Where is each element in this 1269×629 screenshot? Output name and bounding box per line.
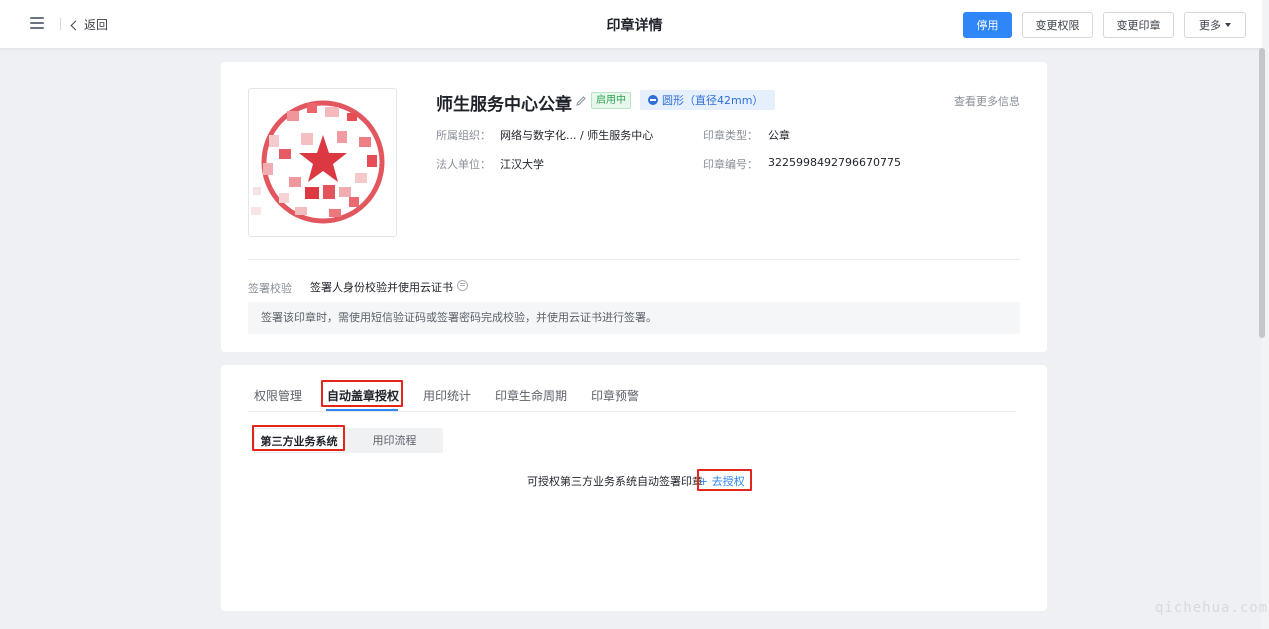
shape-badge: 圆形（直径42mm） xyxy=(640,90,776,110)
shape-label: 圆形（直径42mm） xyxy=(662,94,764,107)
empty-state-text: 可授权第三方业务系统自动签署印章 xyxy=(527,475,703,488)
org-label: 所属组织： xyxy=(436,129,491,142)
tab-warning[interactable]: 印章预警 xyxy=(591,387,639,404)
authorize-link[interactable]: + 去授权 xyxy=(699,473,745,489)
seal-stamp-icon xyxy=(251,100,385,224)
change-permission-button[interactable]: 变更权限 xyxy=(1022,12,1093,38)
code-label: 印章编号： xyxy=(703,158,758,171)
change-seal-button[interactable]: 变更印章 xyxy=(1103,12,1174,38)
info-icon[interactable] xyxy=(457,280,468,291)
status-badge: 启用中 xyxy=(591,92,631,109)
back-button[interactable]: 返回 xyxy=(70,16,109,33)
seal-image xyxy=(248,88,397,237)
watermark: qichehua.com xyxy=(1155,600,1269,616)
more-info-link[interactable]: 查看更多信息 xyxy=(954,93,1020,109)
header-divider xyxy=(60,18,61,30)
code-value: 3225998492796670775 xyxy=(768,156,901,169)
type-value: 公章 xyxy=(768,129,790,142)
seal-info-card: 师生服务中心公章 启用中 圆形（直径42mm） 查看更多信息 所属组织： 网络与… xyxy=(221,62,1047,352)
active-tab-indicator xyxy=(326,409,398,411)
back-label: 返回 xyxy=(84,18,109,32)
seal-name: 师生服务中心公章 xyxy=(436,95,572,115)
org-value: 网络与数字化... / 师生服务中心 xyxy=(500,129,654,142)
verify-label: 签署校验 xyxy=(248,282,292,295)
tab-permission[interactable]: 权限管理 xyxy=(254,387,302,404)
more-label: 更多 xyxy=(1199,19,1221,32)
type-label: 印章类型： xyxy=(703,129,758,142)
tab-auto-seal[interactable]: 自动盖章授权 xyxy=(327,387,399,404)
disable-button[interactable]: 停用 xyxy=(963,12,1012,38)
tab-usage-stats[interactable]: 用印统计 xyxy=(423,387,471,404)
tab-lifecycle[interactable]: 印章生命周期 xyxy=(495,387,567,404)
menu-icon[interactable] xyxy=(30,17,44,29)
section-divider xyxy=(248,259,1020,260)
sub-tab-seal-process[interactable]: 用印流程 xyxy=(346,428,443,453)
top-bar: 返回 印章详情 停用 变更权限 变更印章 更多 xyxy=(0,0,1262,49)
verify-note: 签署该印章时，需使用短信验证码或签署密码完成校验，并使用云证书进行签署。 xyxy=(248,302,1020,334)
more-button[interactable]: 更多 xyxy=(1184,12,1246,38)
minus-circle-icon xyxy=(648,95,658,105)
scrollbar-thumb[interactable] xyxy=(1259,48,1265,338)
chevron-left-icon xyxy=(70,20,81,30)
tabs-card: 权限管理 自动盖章授权 用印统计 印章生命周期 印章预警 第三方业务系统 用印流… xyxy=(221,365,1047,611)
sub-tab-group: 第三方业务系统 用印流程 xyxy=(254,428,443,453)
edit-pencil-icon[interactable] xyxy=(575,95,587,107)
legal-value: 江汉大学 xyxy=(500,158,544,171)
caret-down-icon xyxy=(1225,23,1231,27)
verify-value: 签署人身份校验并使用云证书 xyxy=(310,281,453,294)
tabs-divider xyxy=(248,411,1016,412)
legal-label: 法人单位： xyxy=(436,158,491,171)
sub-tab-third-party[interactable]: 第三方业务系统 xyxy=(254,428,344,453)
